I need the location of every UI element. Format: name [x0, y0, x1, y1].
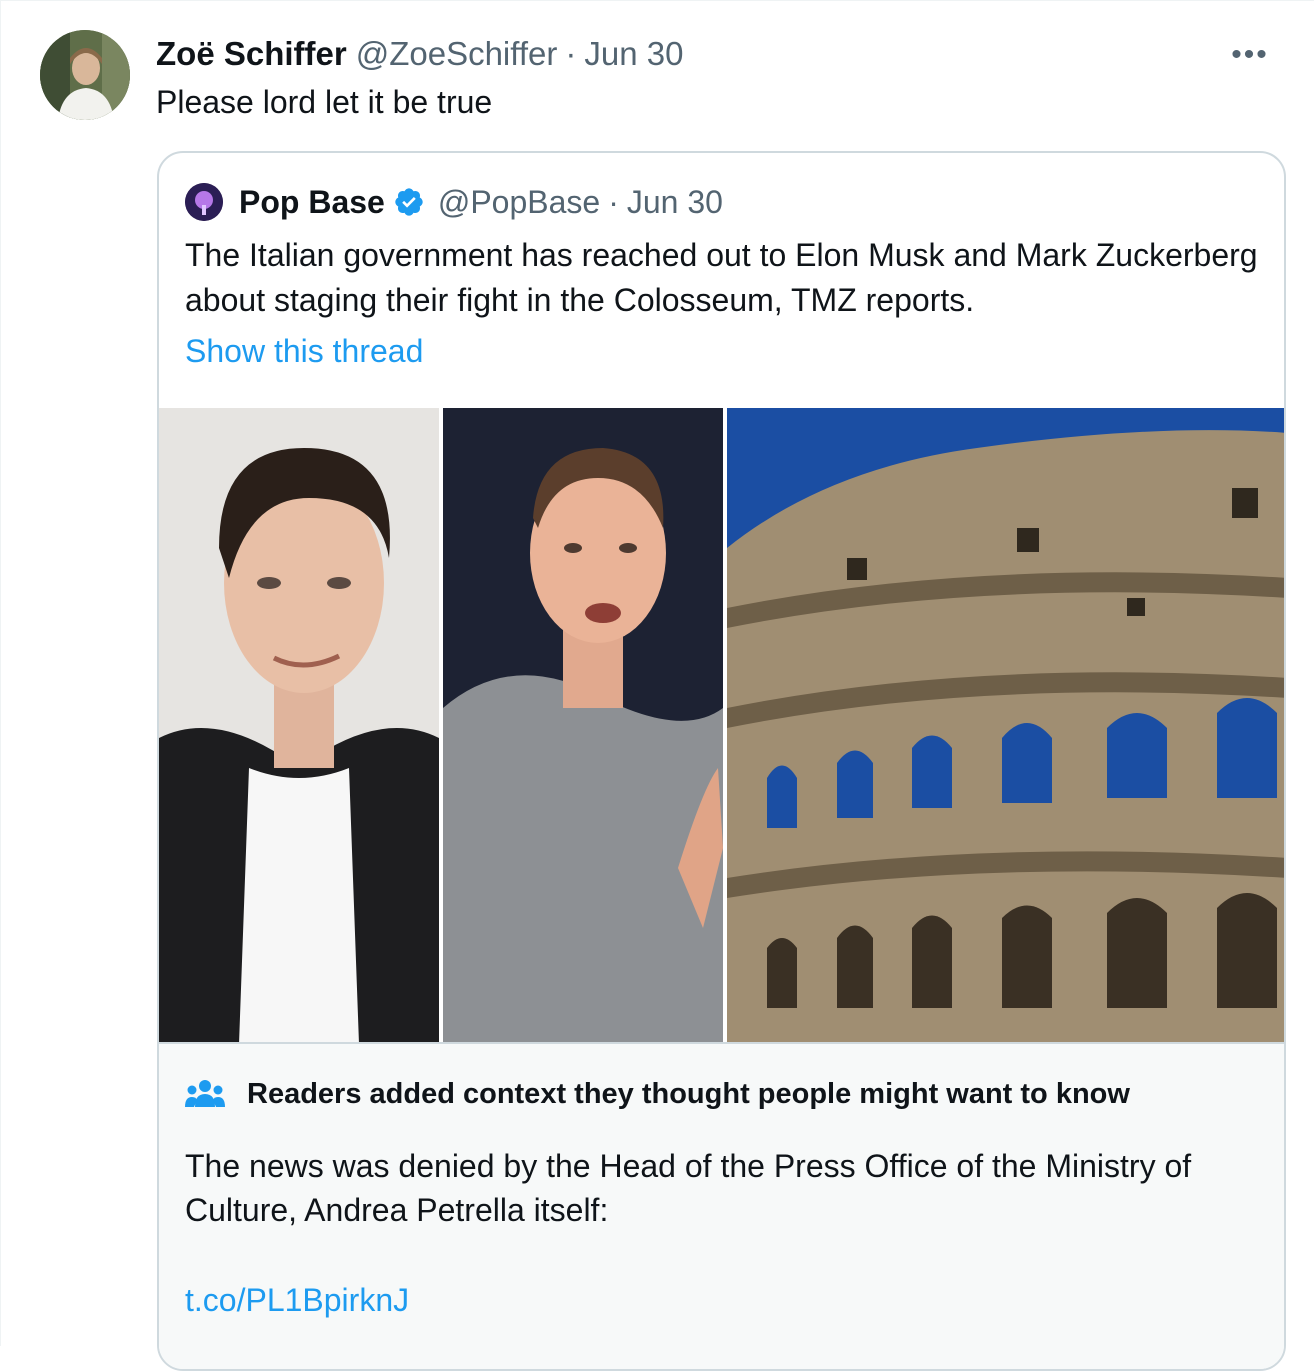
- tweet-date[interactable]: Jun 30: [584, 35, 683, 73]
- note-link[interactable]: t.co/PL1BpirknJ: [185, 1278, 409, 1322]
- avatar-photo: [40, 30, 130, 120]
- quoted-text: The Italian government has reached out t…: [185, 237, 1258, 318]
- media-grid: [159, 408, 1284, 1044]
- more-options-icon[interactable]: •••: [1230, 38, 1270, 71]
- quoted-author-name[interactable]: Pop Base: [239, 184, 385, 221]
- show-thread-link[interactable]: Show this thread: [185, 329, 423, 374]
- note-heading: Readers added context they thought peopl…: [247, 1077, 1130, 1110]
- pop-base-logo-icon: [185, 183, 223, 221]
- author-handle[interactable]: @ZoeSchiffer: [356, 35, 558, 73]
- photo-mark-zuckerberg[interactable]: [443, 408, 723, 1044]
- separator-dot: ·: [565, 35, 577, 72]
- note-body: The news was denied by the Head of the P…: [185, 1148, 1192, 1228]
- verified-badge-icon: [393, 186, 425, 218]
- quoted-author-handle[interactable]: @PopBase: [438, 184, 600, 221]
- tweet-text: Please lord let it be true: [156, 84, 493, 120]
- quoted-avatar[interactable]: [185, 183, 223, 221]
- community-note: Readers added context they thought peopl…: [159, 1042, 1284, 1369]
- quoted-header: Pop Base @PopBase · Jun 30: [185, 181, 723, 223]
- quoted-tweet[interactable]: Pop Base @PopBase · Jun 30 The Italian g…: [157, 151, 1286, 1371]
- author-avatar[interactable]: [40, 30, 130, 120]
- photo-elon-musk[interactable]: [159, 408, 439, 1044]
- tweet-header: Zoë Schiffer @ZoeSchiffer · Jun 30: [156, 32, 683, 76]
- quoted-date[interactable]: Jun 30: [627, 184, 723, 221]
- separator-dot: ·: [608, 183, 619, 220]
- note-header: Readers added context they thought peopl…: [185, 1072, 1130, 1116]
- photo-colosseum[interactable]: [727, 408, 1284, 1044]
- author-name[interactable]: Zoë Schiffer: [156, 35, 347, 73]
- people-icon: [185, 1077, 225, 1111]
